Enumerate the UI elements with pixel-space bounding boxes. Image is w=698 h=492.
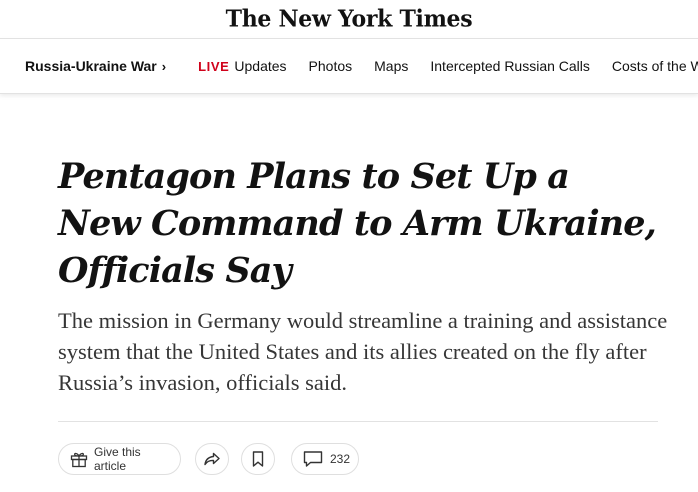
nav-item-photos[interactable]: Photos <box>309 58 353 74</box>
nav-section-russia-ukraine-war[interactable]: Russia-Ukraine War › <box>25 58 166 74</box>
masthead: The New York Times <box>0 0 698 38</box>
divider <box>58 421 658 422</box>
nav-item-costs-of-war[interactable]: Costs of the War <box>612 58 698 74</box>
article-actions: Give this article 232 <box>58 442 359 476</box>
chevron-right-icon: › <box>161 58 167 74</box>
share-button[interactable] <box>195 443 229 475</box>
save-button[interactable] <box>241 443 275 475</box>
nav-item-maps[interactable]: Maps <box>374 58 408 74</box>
comment-icon <box>302 449 324 469</box>
nav-section-label: Russia-Ukraine War <box>25 58 157 74</box>
share-icon <box>202 449 222 469</box>
gift-article-label: Give this article <box>94 445 141 473</box>
bookmark-icon <box>248 449 268 469</box>
nav-item-updates[interactable]: Updates <box>234 58 286 74</box>
comment-count: 232 <box>330 452 351 466</box>
comments-button[interactable]: 232 <box>291 443 359 475</box>
nav-item-intercepted-calls[interactable]: Intercepted Russian Calls <box>430 58 590 74</box>
live-badge[interactable]: LIVE <box>198 59 229 74</box>
gift-icon <box>69 449 89 469</box>
section-nav-bar: Russia-Ukraine War › LIVE Updates Photos… <box>0 38 698 94</box>
gift-article-button[interactable]: Give this article <box>58 443 181 475</box>
article-headline: Pentagon Plans to Set Up a New Command t… <box>58 156 657 291</box>
nyt-logo[interactable]: The New York Times <box>226 5 473 32</box>
article-summary: The mission in Germany would streamline … <box>58 308 668 395</box>
